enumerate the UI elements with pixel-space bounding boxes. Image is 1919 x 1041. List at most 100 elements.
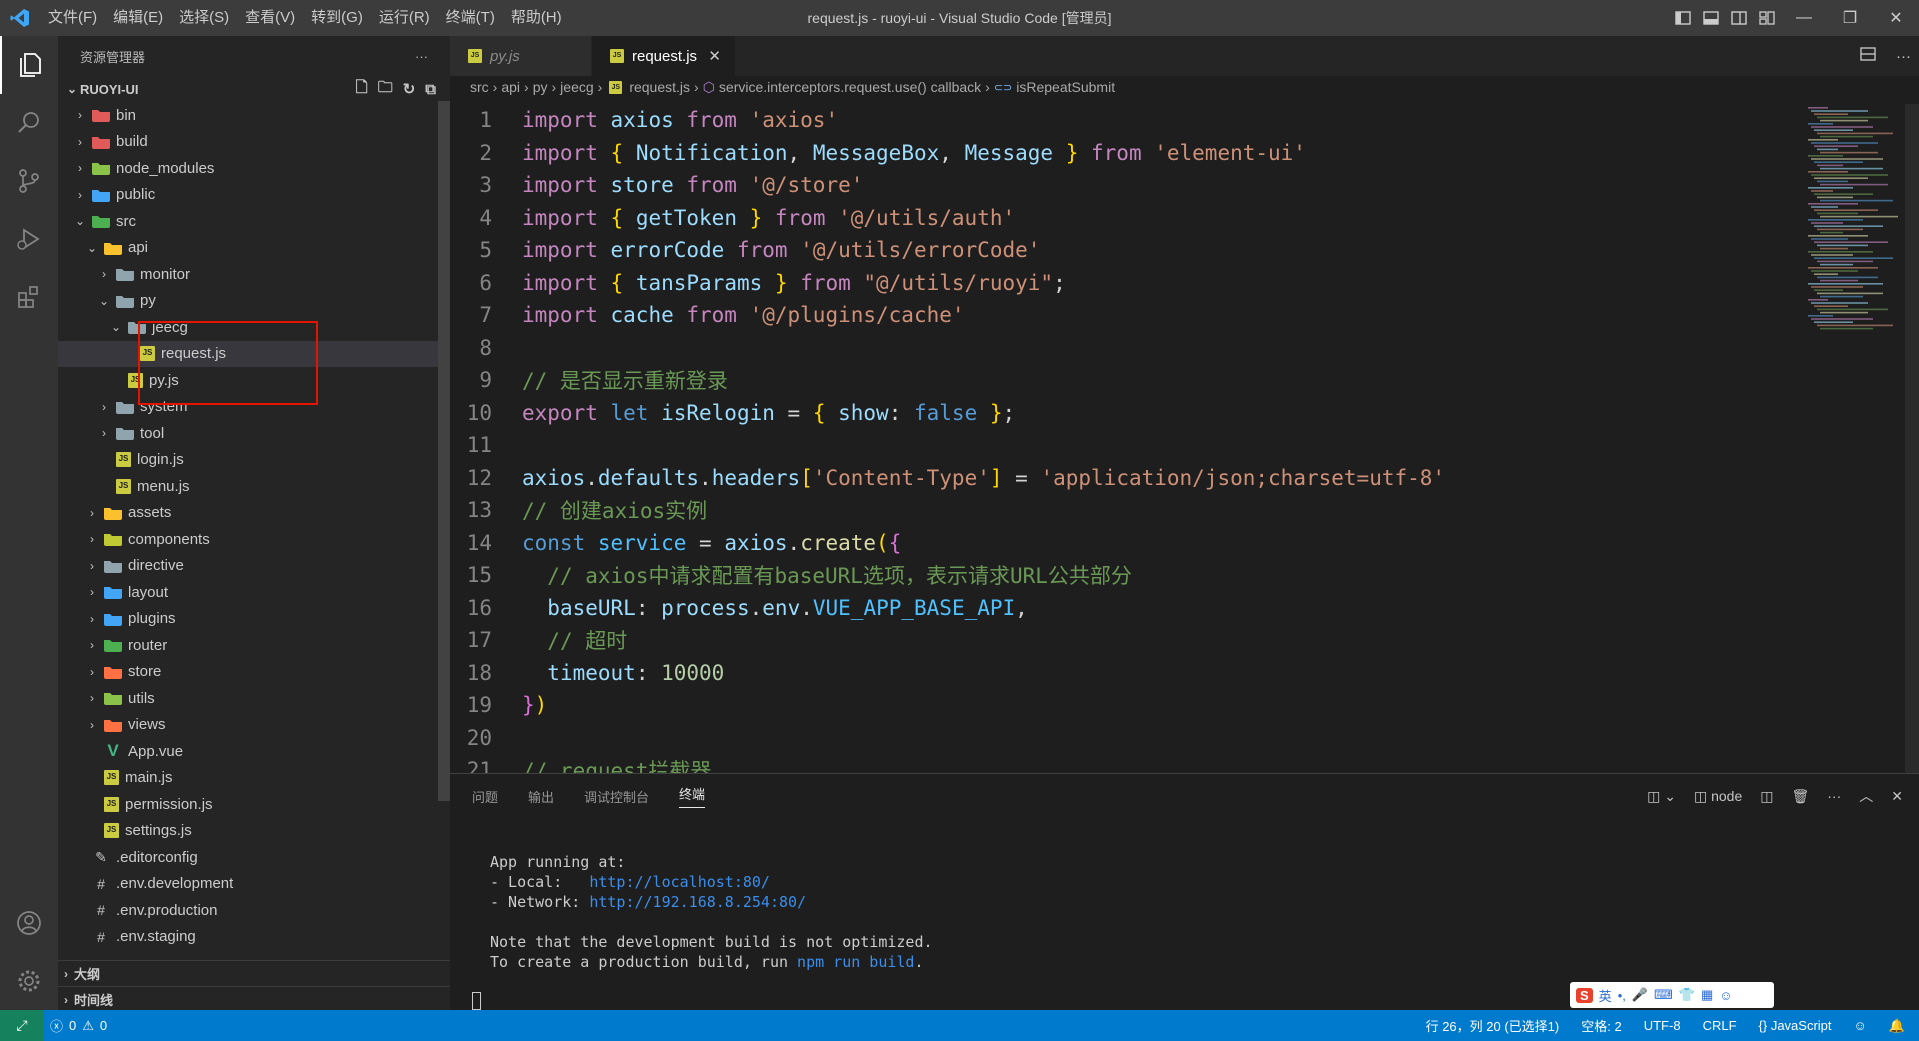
- breadcrumb-item[interactable]: api: [501, 79, 520, 95]
- cursor-position[interactable]: 行 26，列 20 (已选择1): [1426, 1016, 1560, 1035]
- breadcrumb-item[interactable]: py: [533, 79, 548, 95]
- keyboard-icon[interactable]: ⌨: [1654, 987, 1673, 1003]
- source-control-icon[interactable]: [0, 152, 58, 210]
- breadcrumb-item[interactable]: isRepeatSubmit: [1016, 79, 1115, 95]
- refresh-icon[interactable]: ↻: [403, 80, 416, 98]
- tree-item[interactable]: › views: [58, 712, 450, 739]
- restore-icon[interactable]: ❐: [1827, 0, 1873, 36]
- tree-item[interactable]: JS main.js: [58, 765, 450, 792]
- minimap[interactable]: [1804, 104, 1904, 773]
- terminal-icon[interactable]: ◫ node: [1694, 788, 1742, 805]
- tree-item[interactable]: › directive: [58, 553, 450, 580]
- breadcrumb-item[interactable]: src: [470, 79, 489, 95]
- toggle-panel-icon[interactable]: [1697, 0, 1725, 36]
- tree-item[interactable]: › plugins: [58, 606, 450, 633]
- tree-item[interactable]: ⌄ api: [58, 235, 450, 262]
- tree-item[interactable]: › build: [58, 129, 450, 156]
- terminal-output[interactable]: App running at: - Local: http://localhos…: [490, 852, 933, 972]
- close-tab-icon[interactable]: ✕: [708, 47, 721, 65]
- punctuation-icon[interactable]: •,: [1618, 988, 1626, 1003]
- tab-py-js[interactable]: JS py.js: [450, 36, 592, 76]
- line-ending[interactable]: CRLF: [1703, 1018, 1737, 1033]
- explorer-icon[interactable]: [0, 36, 58, 94]
- encoding[interactable]: UTF-8: [1644, 1018, 1681, 1033]
- tree-item[interactable]: › bin: [58, 102, 450, 129]
- more-actions-icon[interactable]: ···: [415, 49, 428, 64]
- problems-status[interactable]: ⓧ 0 ⚠ 0: [44, 1016, 107, 1035]
- tree-item[interactable]: › utils: [58, 685, 450, 712]
- tree-item[interactable]: › node_modules: [58, 155, 450, 182]
- tree-item[interactable]: V App.vue: [58, 738, 450, 765]
- tree-item[interactable]: # .env.staging: [58, 924, 450, 951]
- indentation[interactable]: 空格: 2: [1581, 1016, 1621, 1035]
- project-root[interactable]: ⌄ RUOYI-UI 🗋 🗀 ↻ ⧉: [58, 76, 450, 102]
- new-folder-icon[interactable]: 🗀: [378, 77, 393, 102]
- feedback-icon[interactable]: ☺: [1854, 1018, 1867, 1033]
- remote-icon[interactable]: ⤢: [0, 1010, 44, 1041]
- tree-item[interactable]: # .env.production: [58, 897, 450, 924]
- menu-item[interactable]: 帮助(H): [503, 0, 570, 36]
- tab-request-js[interactable]: JS request.js ✕: [592, 36, 736, 76]
- tree-item[interactable]: JS permission.js: [58, 791, 450, 818]
- skin-icon[interactable]: 👕: [1679, 987, 1695, 1003]
- menu-item[interactable]: 编辑(E): [105, 0, 171, 36]
- menu-item[interactable]: 终端(T): [438, 0, 503, 36]
- network-url-link[interactable]: http://192.168.8.254:80/: [589, 893, 806, 911]
- tree-item[interactable]: JS settings.js: [58, 818, 450, 845]
- extensions-icon[interactable]: [0, 268, 58, 326]
- emoji-icon[interactable]: ☺: [1719, 988, 1732, 1003]
- microphone-icon[interactable]: 🎤: [1632, 987, 1648, 1003]
- close-panel-icon[interactable]: ✕: [1891, 788, 1903, 805]
- toggle-secondary-sidebar-icon[interactable]: [1725, 0, 1753, 36]
- code-editor[interactable]: 1 import axios from 'axios' 2 import { Noti…: [450, 104, 1800, 773]
- tree-item[interactable]: › store: [58, 659, 450, 686]
- tree-item[interactable]: JS menu.js: [58, 473, 450, 500]
- run-debug-icon[interactable]: [0, 210, 58, 268]
- toggle-sidebar-icon[interactable]: [1669, 0, 1697, 36]
- panel-tab[interactable]: 问题: [472, 787, 498, 806]
- menu-item[interactable]: 文件(F): [40, 0, 105, 36]
- close-window-icon[interactable]: ✕: [1873, 0, 1919, 36]
- sidebar-scrollbar[interactable]: [438, 101, 450, 801]
- new-file-icon[interactable]: 🗋: [356, 77, 368, 102]
- tree-item[interactable]: › tool: [58, 420, 450, 447]
- collapse-all-icon[interactable]: ⧉: [425, 81, 436, 98]
- tree-item[interactable]: › monitor: [58, 261, 450, 288]
- split-icon[interactable]: ◫: [1760, 788, 1773, 805]
- accounts-icon[interactable]: [0, 894, 58, 952]
- tree-item[interactable]: JS login.js: [58, 447, 450, 474]
- search-icon[interactable]: [0, 94, 58, 152]
- panel-tab[interactable]: 终端: [679, 784, 706, 808]
- more-actions-icon[interactable]: ···: [1896, 48, 1911, 65]
- outline-section[interactable]: › 大纲: [58, 960, 450, 986]
- language-mode[interactable]: {} JavaScript: [1759, 1018, 1832, 1033]
- timeline-section[interactable]: › 时间线: [58, 986, 450, 1010]
- tree-item[interactable]: # .env.development: [58, 871, 450, 898]
- ime-toolbar[interactable]: S 英 •, 🎤 ⌨ 👕 ▦ ☺: [1570, 982, 1774, 1008]
- ime-language[interactable]: 英: [1599, 986, 1612, 1005]
- tree-item[interactable]: › components: [58, 526, 450, 553]
- toolbox-icon[interactable]: ▦: [1701, 987, 1713, 1003]
- menu-item[interactable]: 运行(R): [371, 0, 438, 36]
- settings-gear-icon[interactable]: [0, 952, 58, 1010]
- tree-item[interactable]: ⌄ src: [58, 208, 450, 235]
- tree-item[interactable]: ⌄ py: [58, 288, 450, 315]
- tree-item[interactable]: › public: [58, 182, 450, 209]
- menu-item[interactable]: 转到(G): [303, 0, 371, 36]
- breadcrumb-item[interactable]: jeecg: [560, 79, 593, 95]
- split-terminal-icon[interactable]: ◫ ⌄: [1647, 788, 1676, 805]
- trash-icon[interactable]: 🗑: [1791, 788, 1809, 805]
- menu-item[interactable]: 选择(S): [171, 0, 237, 36]
- minimize-icon[interactable]: —: [1781, 0, 1827, 36]
- customize-layout-icon[interactable]: [1753, 0, 1781, 36]
- tree-item[interactable]: › assets: [58, 500, 450, 527]
- editor-scrollbar[interactable]: [1905, 104, 1919, 773]
- split-editor-icon[interactable]: [1860, 47, 1876, 65]
- panel-tab[interactable]: 输出: [528, 787, 554, 806]
- menu-item[interactable]: 查看(V): [237, 0, 303, 36]
- tree-item[interactable]: › layout: [58, 579, 450, 606]
- tree-item[interactable]: ✎ .editorconfig: [58, 844, 450, 871]
- tree-item[interactable]: › router: [58, 632, 450, 659]
- breadcrumb-item[interactable]: request.js: [629, 79, 690, 95]
- local-url-link[interactable]: http://localhost:80/: [589, 873, 770, 891]
